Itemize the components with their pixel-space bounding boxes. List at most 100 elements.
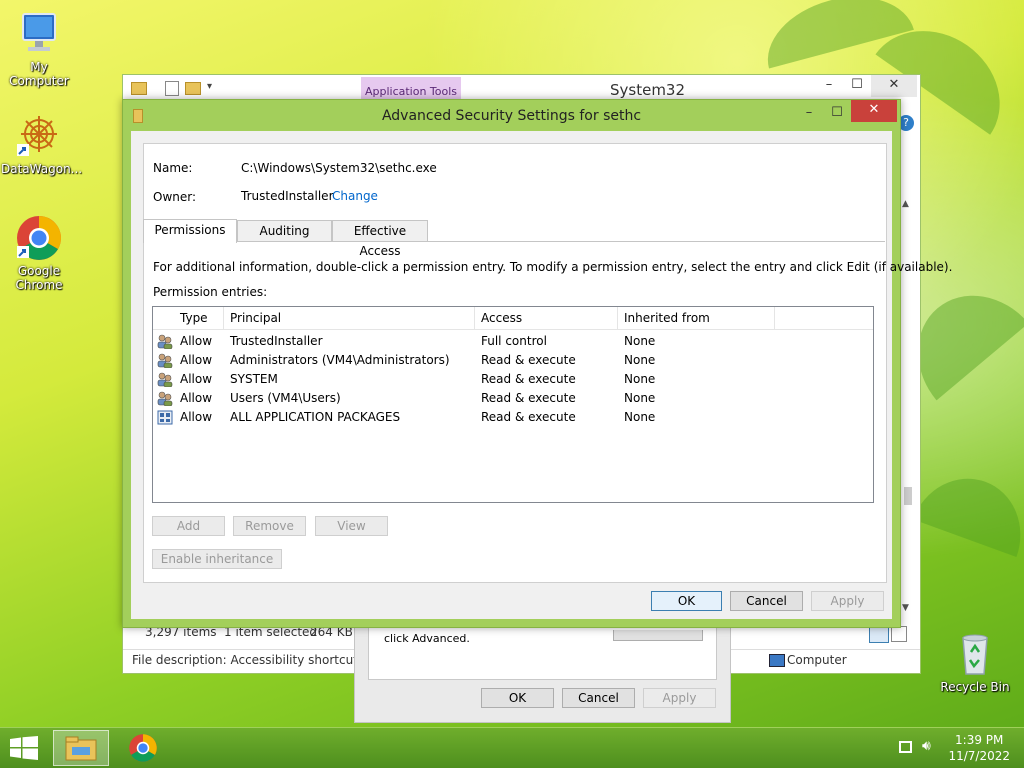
ok-button[interactable]: OK xyxy=(651,591,722,611)
maximize-button[interactable]: ☐ xyxy=(823,103,851,125)
location-label: Computer xyxy=(787,653,847,667)
list-header: Type Principal Access Inherited from xyxy=(153,307,873,330)
wallpaper-leaf xyxy=(913,462,1024,558)
row-access: Full control xyxy=(481,334,547,348)
users-icon xyxy=(157,372,173,387)
tab-divider xyxy=(237,241,885,242)
large-icons-view-icon[interactable] xyxy=(891,626,907,642)
minimize-button[interactable]: – xyxy=(795,103,823,125)
column-divider[interactable] xyxy=(223,307,224,329)
column-header-type[interactable]: Type xyxy=(180,311,208,325)
properties-ok-button[interactable]: OK xyxy=(481,688,554,708)
tab-effective-access[interactable]: Effective Access xyxy=(332,220,428,258)
row-inherited: None xyxy=(624,372,656,386)
explorer-scrollbar[interactable]: ? ▲ ▼ xyxy=(898,115,914,615)
folder-icon[interactable] xyxy=(131,82,147,95)
row-inherited: None xyxy=(624,353,656,367)
chrome-icon xyxy=(129,734,157,762)
properties-apply-button[interactable]: Apply xyxy=(643,688,716,708)
tab-auditing[interactable]: Auditing xyxy=(237,220,332,242)
minimize-button[interactable]: – xyxy=(815,75,843,97)
table-row[interactable]: Allow SYSTEM Read & execute None xyxy=(153,370,873,389)
table-row[interactable]: Allow ALL APPLICATION PACKAGES Read & ex… xyxy=(153,408,873,427)
dialog-title: Advanced Security Settings for sethc xyxy=(381,108,642,124)
desktop-icon-datawagon[interactable]: DataWagon... xyxy=(1,112,83,176)
apply-button[interactable]: Apply xyxy=(811,591,884,611)
chrome-icon xyxy=(15,214,63,262)
row-principal: SYSTEM xyxy=(230,372,278,386)
row-access: Read & execute xyxy=(481,410,576,424)
cancel-button[interactable]: Cancel xyxy=(730,591,803,611)
explorer-title: System32 xyxy=(610,81,686,99)
scroll-up-icon[interactable]: ▲ xyxy=(902,199,909,209)
close-button[interactable]: ✕ xyxy=(871,75,917,97)
row-principal: TrustedInstaller xyxy=(230,334,323,348)
advanced-button[interactable] xyxy=(613,630,703,641)
row-principal: Administrators (VM4\Administrators) xyxy=(230,353,450,367)
name-label: Name: xyxy=(153,161,193,175)
scroll-thumb[interactable] xyxy=(904,487,912,505)
owner-label: Owner: xyxy=(153,190,197,204)
taskbar: 🔊︎ 1:39 PM 11/7/2022 xyxy=(0,727,1024,768)
taskbar-chrome[interactable] xyxy=(115,730,171,766)
row-inherited: None xyxy=(624,410,656,424)
mandala-shortcut-icon xyxy=(15,112,63,160)
properties-hint: click Advanced. xyxy=(384,632,470,645)
computer-monitor-icon xyxy=(15,10,63,58)
remove-button[interactable]: Remove xyxy=(233,516,306,536)
column-divider[interactable] xyxy=(617,307,618,329)
column-header-access[interactable]: Access xyxy=(481,311,522,325)
new-folder-icon[interactable] xyxy=(185,82,201,95)
permission-entries-list[interactable]: Type Principal Access Inherited from All… xyxy=(152,306,874,503)
change-owner-link[interactable]: Change xyxy=(332,189,378,203)
row-access: Read & execute xyxy=(481,391,576,405)
add-button[interactable]: Add xyxy=(152,516,225,536)
users-icon xyxy=(157,353,173,368)
tab-permissions[interactable]: Permissions xyxy=(143,219,237,243)
owner-value: TrustedInstaller xyxy=(241,189,334,203)
desktop-icon-my-computer[interactable]: My Computer xyxy=(1,10,77,88)
properties-icon[interactable] xyxy=(165,81,179,96)
column-header-principal[interactable]: Principal xyxy=(230,311,281,325)
row-inherited: None xyxy=(624,334,656,348)
column-divider[interactable] xyxy=(474,307,475,329)
clock[interactable]: 1:39 PM 11/7/2022 xyxy=(948,732,1010,764)
dialog-titlebar: Advanced Security Settings for sethc – ☐… xyxy=(123,100,900,131)
column-divider[interactable] xyxy=(774,307,775,329)
row-type: Allow xyxy=(180,334,213,348)
start-button[interactable] xyxy=(0,730,48,766)
clock-time: 1:39 PM xyxy=(955,733,1004,747)
windows-logo-icon xyxy=(10,736,38,760)
row-type: Allow xyxy=(180,410,213,424)
table-row[interactable]: Allow Users (VM4\Users) Read & execute N… xyxy=(153,389,873,408)
scroll-down-icon[interactable]: ▼ xyxy=(902,603,909,613)
row-type: Allow xyxy=(180,372,213,386)
row-principal: ALL APPLICATION PACKAGES xyxy=(230,410,401,424)
column-header-inherited[interactable]: Inherited from xyxy=(624,311,710,325)
name-value: C:\Windows\System32\sethc.exe xyxy=(241,161,437,175)
dialog-body: Name: C:\Windows\System32\sethc.exe Owne… xyxy=(131,131,952,619)
close-button[interactable]: ✕ xyxy=(851,100,897,122)
dialog-panel: Name: C:\Windows\System32\sethc.exe Owne… xyxy=(143,143,952,583)
desktop-icon-chrome[interactable]: Google Chrome xyxy=(1,214,77,292)
taskbar-file-explorer[interactable] xyxy=(53,730,109,766)
table-row[interactable]: Allow Administrators (VM4\Administrators… xyxy=(153,351,873,370)
row-access: Read & execute xyxy=(481,353,576,367)
volume-icon[interactable]: 🔊︎ xyxy=(922,738,931,754)
enable-inheritance-button[interactable]: Enable inheritance xyxy=(152,549,282,569)
view-button[interactable]: View xyxy=(315,516,388,536)
row-inherited: None xyxy=(624,391,656,405)
desktop-icon-label: My Computer xyxy=(9,60,69,88)
table-row[interactable]: Allow TrustedInstaller Full control None xyxy=(153,332,873,351)
computer-icon xyxy=(769,654,785,667)
maximize-button[interactable]: ☐ xyxy=(843,75,871,97)
row-type: Allow xyxy=(180,353,213,367)
desktop-icon-label: DataWagon... xyxy=(1,162,83,176)
row-access: Read & execute xyxy=(481,372,576,386)
chevron-down-icon[interactable]: ▾ xyxy=(207,81,212,92)
desktop-icon-recycle-bin[interactable]: Recycle Bin xyxy=(937,630,1013,694)
properties-cancel-button[interactable]: Cancel xyxy=(562,688,635,708)
desktop-icon-label: Recycle Bin xyxy=(940,680,1010,694)
row-principal: Users (VM4\Users) xyxy=(230,391,341,405)
network-icon[interactable] xyxy=(899,741,912,753)
